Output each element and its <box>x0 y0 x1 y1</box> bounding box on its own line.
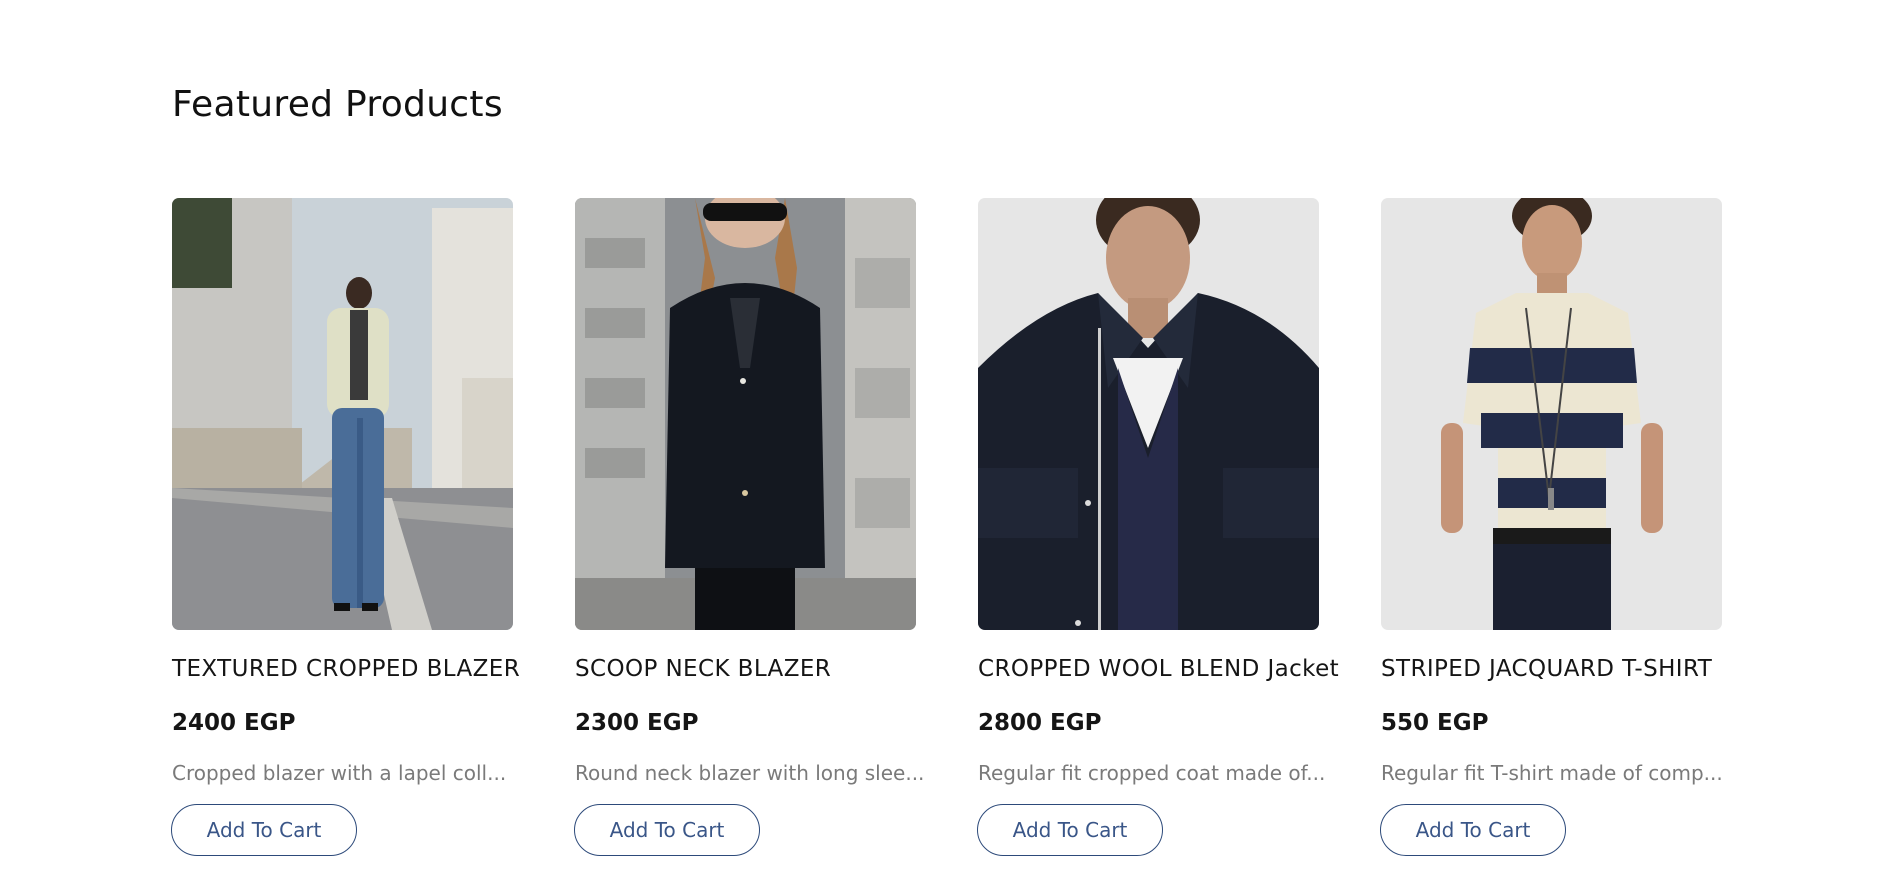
product-image[interactable] <box>575 198 916 630</box>
product-price: 550 EGP <box>1381 710 1489 736</box>
add-to-cart-button[interactable]: Add To Cart <box>1380 804 1566 856</box>
product-name[interactable]: CROPPED WOOL BLEND Jacket <box>978 654 1339 684</box>
add-to-cart-button[interactable]: Add To Cart <box>977 804 1163 856</box>
product-name[interactable]: TEXTURED CROPPED BLAZER <box>172 654 520 684</box>
product-photo-man-wool-jacket <box>978 198 1319 630</box>
product-name[interactable]: STRIPED JACQUARD T-SHIRT <box>1381 654 1722 684</box>
product-image[interactable] <box>978 198 1319 630</box>
add-to-cart-button[interactable]: Add To Cart <box>171 804 357 856</box>
product-image[interactable] <box>172 198 513 630</box>
product-description: Round neck blazer with long slee... <box>575 761 925 785</box>
section-title: Featured Products <box>172 84 503 125</box>
product-description: Cropped blazer with a lapel coll... <box>172 761 507 785</box>
product-card: CROPPED WOOL BLEND Jacket 2800 EGP Regul… <box>977 198 1339 856</box>
product-photo-woman-black-blazer <box>575 198 916 630</box>
product-name[interactable]: SCOOP NECK BLAZER <box>575 654 916 684</box>
product-price: 2300 EGP <box>575 710 699 736</box>
product-card: STRIPED JACQUARD T-SHIRT 550 EGP Regular… <box>1380 198 1723 856</box>
product-description: Regular fit T-shirt made of comp... <box>1381 761 1723 785</box>
product-card: TEXTURED CROPPED BLAZER 2400 EGP Cropped… <box>171 198 520 856</box>
product-grid: TEXTURED CROPPED BLAZER 2400 EGP Cropped… <box>171 198 1723 856</box>
product-image[interactable] <box>1381 198 1722 630</box>
product-price: 2800 EGP <box>978 710 1102 736</box>
product-photo-woman-blazer-street <box>172 198 513 630</box>
product-price: 2400 EGP <box>172 710 296 736</box>
product-card: SCOOP NECK BLAZER 2300 EGP Round neck bl… <box>574 198 925 856</box>
add-to-cart-button[interactable]: Add To Cart <box>574 804 760 856</box>
featured-products-page: Featured Products TEXTURED CROPPED BLAZE… <box>0 0 1896 877</box>
product-description: Regular fit cropped coat made of... <box>978 761 1326 785</box>
product-photo-man-striped-tshirt <box>1381 198 1722 630</box>
